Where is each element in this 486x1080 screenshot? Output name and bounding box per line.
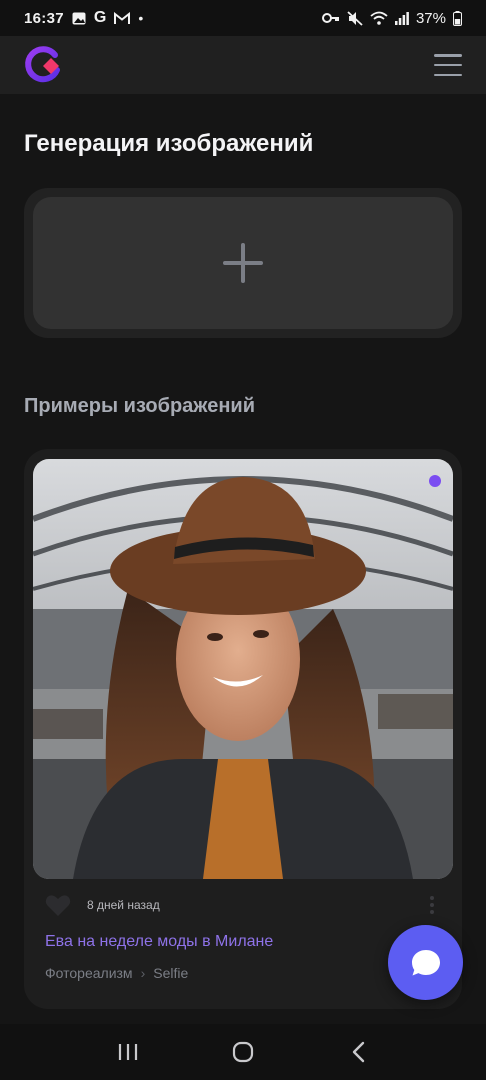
tag-style[interactable]: Фотореализм (45, 965, 133, 981)
battery-icon (453, 10, 462, 26)
add-image-button[interactable] (33, 197, 453, 329)
app-logo[interactable] (24, 45, 64, 85)
recent-apps-button[interactable] (108, 1032, 148, 1072)
back-button[interactable] (338, 1032, 378, 1072)
examples-title: Примеры изображений (24, 395, 256, 417)
system-nav-bar (0, 1024, 486, 1080)
google-icon: G (93, 9, 107, 26)
dot-icon: • (138, 10, 144, 26)
chat-icon (411, 949, 440, 975)
home-icon (232, 1041, 254, 1063)
gallery-icon (72, 12, 86, 25)
battery-percent: 37% (415, 9, 446, 27)
heart-icon (45, 894, 71, 916)
app-header (0, 36, 486, 94)
page-title: Генерация изображений (24, 130, 314, 157)
home-button[interactable] (223, 1032, 263, 1072)
example-card[interactable]: 8 дней назад Ева на неделе моды в Милане… (24, 449, 462, 1009)
chevron-right-icon: › (140, 965, 146, 981)
image-upload-area (24, 188, 462, 338)
more-options-icon[interactable] (429, 896, 435, 914)
wifi-icon (370, 11, 388, 25)
example-image[interactable] (33, 459, 453, 879)
hamburger-icon[interactable] (434, 54, 462, 76)
chat-button[interactable] (388, 925, 463, 1000)
back-icon (353, 1041, 365, 1063)
mute-icon (347, 10, 363, 26)
tag-category[interactable]: Selfie (153, 965, 188, 981)
card-meta: 8 дней назад (33, 893, 453, 917)
status-time: 16:37 (24, 9, 64, 27)
card-time-ago: 8 дней назад (87, 898, 160, 912)
gmail-icon (114, 11, 131, 25)
like-button[interactable] (45, 893, 71, 917)
status-bar: 16:37 G • 37% (0, 0, 486, 36)
status-indicator (429, 475, 441, 487)
recent-apps-icon (118, 1044, 137, 1060)
plus-icon (223, 243, 263, 283)
key-icon (321, 13, 340, 23)
signal-icon (394, 11, 409, 25)
